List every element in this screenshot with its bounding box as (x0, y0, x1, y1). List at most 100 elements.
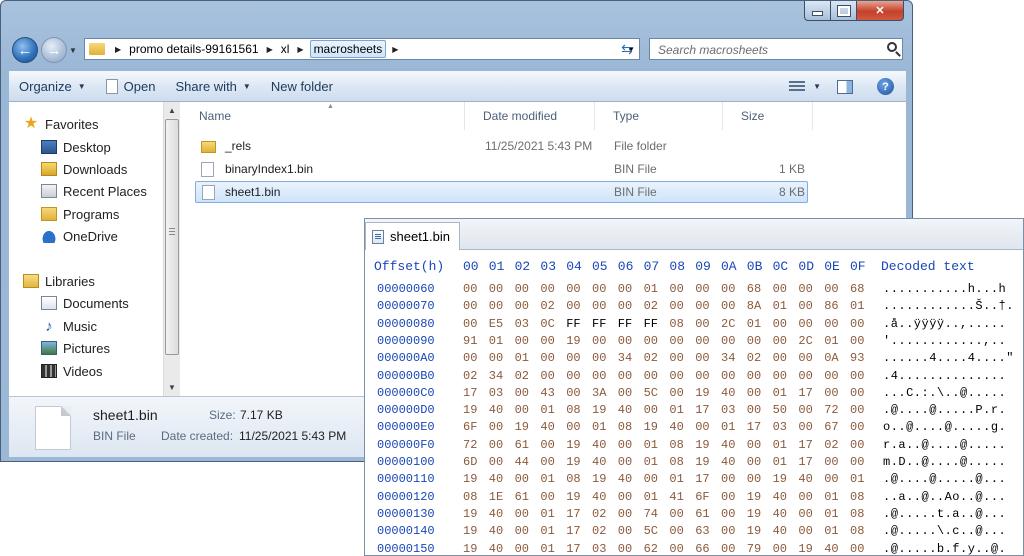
hex-byte[interactable]: 01 (824, 507, 842, 521)
hex-byte[interactable]: 19 (747, 524, 765, 538)
hex-byte[interactable]: 61 (695, 507, 713, 521)
hex-byte[interactable]: 00 (773, 542, 791, 556)
hex-byte[interactable]: 00 (824, 317, 842, 331)
hex-byte[interactable]: 19 (695, 386, 713, 400)
hex-byte[interactable]: 00 (540, 455, 558, 469)
column-header-name[interactable]: Name ▲ (181, 102, 465, 130)
hex-byte[interactable]: 40 (721, 455, 739, 469)
hex-byte[interactable]: 01 (773, 455, 791, 469)
hex-byte[interactable]: 67 (824, 420, 842, 434)
hex-byte[interactable]: 19 (515, 420, 533, 434)
hex-byte[interactable]: 66 (695, 542, 713, 556)
nav-documents[interactable]: Documents (41, 293, 129, 313)
breadcrumb-item[interactable]: xl (279, 42, 292, 56)
hex-byte[interactable]: 00 (463, 299, 481, 313)
hex-byte[interactable]: 00 (747, 455, 765, 469)
hex-byte[interactable]: 03 (721, 403, 739, 417)
hex-byte[interactable]: 00 (644, 369, 662, 383)
hex-byte[interactable]: 00 (515, 403, 533, 417)
hex-byte[interactable]: FF (592, 317, 610, 331)
nav-downloads[interactable]: Downloads (41, 159, 127, 179)
hex-byte[interactable]: 00 (798, 507, 816, 521)
hex-byte[interactable]: 19 (566, 490, 584, 504)
hex-byte[interactable]: 08 (566, 403, 584, 417)
hex-byte[interactable]: 50 (773, 403, 791, 417)
hex-byte[interactable]: 40 (721, 386, 739, 400)
hex-byte[interactable]: 17 (747, 420, 765, 434)
hex-byte[interactable]: 00 (669, 386, 687, 400)
hex-byte[interactable]: 91 (463, 334, 481, 348)
hex-byte[interactable]: 00 (540, 334, 558, 348)
hex-byte[interactable]: 03 (592, 542, 610, 556)
hex-byte[interactable]: 40 (721, 438, 739, 452)
hex-byte[interactable]: 08 (566, 472, 584, 486)
hex-byte[interactable]: 00 (850, 542, 868, 556)
hex-byte[interactable]: 01 (540, 403, 558, 417)
hex-byte[interactable]: 00 (566, 282, 584, 296)
hex-byte[interactable]: 08 (850, 524, 868, 538)
hex-byte[interactable]: 00 (721, 542, 739, 556)
hex-byte[interactable]: 00 (695, 334, 713, 348)
search-box[interactable] (649, 38, 903, 60)
hex-byte[interactable]: 00 (644, 334, 662, 348)
scroll-down-icon[interactable]: ▼ (164, 379, 180, 396)
hex-byte[interactable]: 00 (798, 490, 816, 504)
hex-byte[interactable]: E5 (489, 317, 507, 331)
nav-favorites[interactable]: ★ Favorites (23, 114, 99, 134)
hex-byte[interactable]: 00 (798, 282, 816, 296)
hex-byte[interactable]: 00 (592, 369, 610, 383)
hex-byte[interactable]: 00 (798, 351, 816, 365)
hex-byte[interactable]: 00 (798, 403, 816, 417)
hex-byte[interactable]: 00 (489, 420, 507, 434)
hex-byte[interactable]: 00 (669, 524, 687, 538)
hex-byte[interactable]: 00 (618, 334, 636, 348)
nav-recent-places[interactable]: Recent Places (41, 181, 147, 201)
hex-byte[interactable]: 00 (540, 438, 558, 452)
hex-byte[interactable]: 19 (592, 403, 610, 417)
hex-byte[interactable]: 00 (515, 299, 533, 313)
hex-byte[interactable]: 02 (592, 524, 610, 538)
hex-byte[interactable]: 19 (695, 455, 713, 469)
hex-byte[interactable]: 00 (695, 282, 713, 296)
hex-byte[interactable]: 44 (515, 455, 533, 469)
column-header-size[interactable]: Size (723, 102, 813, 130)
nav-pictures[interactable]: Pictures (41, 338, 110, 358)
hex-byte[interactable]: 5C (644, 524, 662, 538)
change-view-icon[interactable] (789, 80, 806, 93)
hex-byte[interactable]: 19 (463, 524, 481, 538)
hex-byte[interactable]: 01 (773, 438, 791, 452)
chevron-down-icon[interactable]: ▼ (813, 82, 821, 91)
hex-byte[interactable]: 40 (773, 490, 791, 504)
hex-byte[interactable]: 08 (618, 420, 636, 434)
hex-byte[interactable]: 00 (798, 420, 816, 434)
search-icon[interactable] (887, 42, 897, 52)
hex-byte[interactable]: 00 (824, 282, 842, 296)
recent-pages-dropdown[interactable]: ▼ (69, 46, 77, 55)
hex-byte[interactable]: 00 (747, 403, 765, 417)
hex-byte[interactable]: 08 (669, 455, 687, 469)
hex-byte[interactable]: 00 (618, 369, 636, 383)
hex-byte[interactable]: 08 (850, 507, 868, 521)
hex-byte[interactable]: 00 (489, 282, 507, 296)
hex-byte[interactable]: 19 (463, 507, 481, 521)
hex-byte[interactable]: 19 (566, 438, 584, 452)
hex-byte[interactable]: 02 (540, 299, 558, 313)
hex-byte[interactable]: 19 (773, 472, 791, 486)
hex-byte[interactable]: 17 (798, 455, 816, 469)
hex-byte[interactable]: 40 (489, 507, 507, 521)
search-input[interactable] (656, 40, 880, 60)
hex-byte[interactable]: 6F (695, 490, 713, 504)
chevron-right-icon[interactable]: ▶ (392, 45, 398, 54)
hex-byte[interactable]: 5C (644, 386, 662, 400)
maximize-button[interactable] (831, 1, 857, 21)
nav-programs[interactable]: Programs (41, 204, 119, 224)
hex-byte[interactable]: 2C (721, 317, 739, 331)
hex-byte[interactable]: 40 (824, 542, 842, 556)
hex-byte[interactable]: 00 (644, 403, 662, 417)
hex-byte[interactable]: 00 (540, 369, 558, 383)
hex-byte[interactable]: 01 (540, 472, 558, 486)
hex-byte[interactable]: 00 (515, 524, 533, 538)
hex-byte[interactable]: 00 (566, 299, 584, 313)
hex-byte[interactable]: 01 (824, 490, 842, 504)
hex-byte[interactable]: 40 (489, 524, 507, 538)
